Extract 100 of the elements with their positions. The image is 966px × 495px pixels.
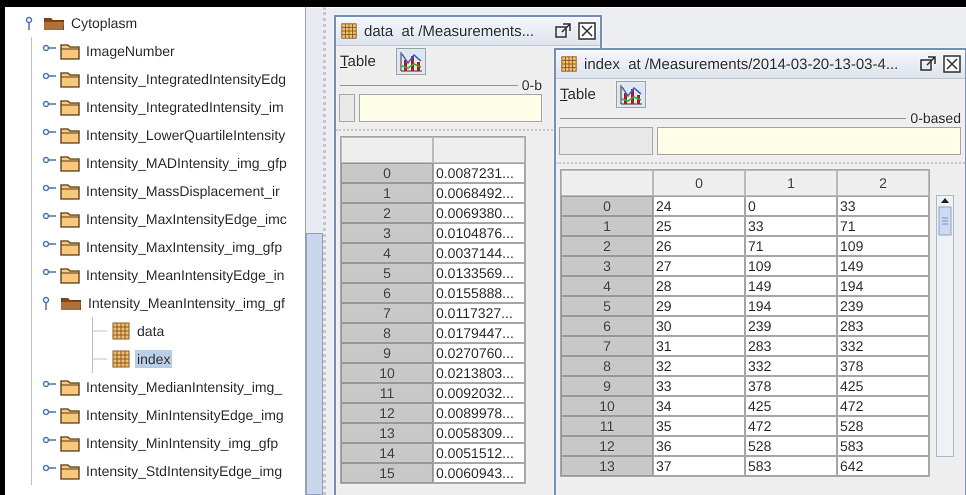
cell-name-box — [339, 94, 355, 122]
table-cell: 0.0051512... — [433, 443, 525, 463]
tree-item[interactable]: index — [135, 350, 172, 368]
scrollbar[interactable] — [305, 7, 323, 495]
maximize-icon[interactable] — [919, 55, 937, 73]
folder-icon — [60, 42, 80, 60]
tree-item[interactable]: Intensity_MassDisplacement_ir — [84, 182, 282, 200]
row-header[interactable]: 1 — [561, 216, 653, 236]
table-cell: 35 — [653, 416, 745, 436]
column-header[interactable]: 2 — [837, 170, 929, 196]
row-header[interactable]: 6 — [561, 316, 653, 336]
table-cell: 28 — [653, 276, 745, 296]
close-icon[interactable] — [578, 22, 596, 40]
table-cell: 149 — [745, 276, 837, 296]
table-cell: 71 — [745, 236, 837, 256]
index-base-label: 0-based — [910, 110, 961, 126]
table-cell: 0.0117327... — [433, 303, 525, 323]
table-cell: 0.0087231... — [433, 163, 525, 183]
table-cell: 472 — [837, 396, 929, 416]
row-header[interactable]: 0 — [341, 163, 433, 183]
table-cell: 194 — [745, 296, 837, 316]
table-cell: 528 — [837, 416, 929, 436]
folder-icon — [60, 154, 80, 172]
row-header[interactable]: 0 — [561, 196, 653, 216]
tree-item[interactable]: Intensity_MeanIntensityEdge_in — [84, 266, 286, 284]
chart-icon — [398, 50, 423, 72]
table-cell: 26 — [653, 236, 745, 256]
column-header[interactable]: 0 — [653, 170, 745, 196]
menu-item[interactable]: Table — [560, 86, 596, 102]
scrollbar[interactable] — [936, 195, 954, 457]
row-header[interactable]: 4 — [561, 276, 653, 296]
table-cell: 27 — [653, 256, 745, 276]
row-header[interactable]: 12 — [561, 436, 653, 456]
row-header[interactable]: 1 — [341, 183, 433, 203]
table-cell: 0.0270760... — [433, 343, 525, 363]
tree-item[interactable]: Intensity_StdIntensityEdge_img — [84, 462, 284, 480]
row-header[interactable]: 7 — [561, 336, 653, 356]
tree-item[interactable]: Intensity_IntegratedIntensity_im — [84, 98, 286, 116]
row-header[interactable]: 3 — [561, 256, 653, 276]
table-cell: 332 — [837, 336, 929, 356]
chart-button[interactable] — [396, 48, 426, 74]
table-cell: 0.0179447... — [433, 323, 525, 343]
tree-item[interactable]: Intensity_MeanIntensity_img_gf — [86, 294, 287, 312]
row-header[interactable]: 10 — [341, 363, 433, 383]
table-cell: 0.0068492... — [433, 183, 525, 203]
tree-item[interactable]: Cytoplasm — [69, 14, 140, 32]
table-cell: 34 — [653, 396, 745, 416]
row-header[interactable]: 13 — [341, 423, 433, 443]
window-title: data at /Measurements... — [364, 22, 536, 40]
maximize-icon[interactable] — [554, 22, 572, 40]
row-header[interactable]: 8 — [561, 356, 653, 376]
row-header[interactable]: 9 — [561, 376, 653, 396]
folder-icon — [60, 182, 80, 200]
table-cell: 33 — [653, 376, 745, 396]
scroll-thumb-icon[interactable] — [938, 206, 952, 236]
row-header[interactable]: 8 — [341, 323, 433, 343]
folder-icon — [60, 462, 80, 480]
column-header[interactable]: 1 — [745, 170, 837, 196]
table-cell: 425 — [837, 376, 929, 396]
row-header[interactable]: 13 — [561, 456, 653, 476]
tree-item[interactable]: Intensity_MinIntensityEdge_img — [84, 406, 286, 424]
cell-value-field[interactable] — [657, 127, 961, 155]
row-header[interactable]: 2 — [561, 236, 653, 256]
cell-value-field[interactable] — [359, 94, 542, 122]
row-header[interactable]: 2 — [341, 203, 433, 223]
tree-item[interactable]: Intensity_MADIntensity_img_gfp — [84, 154, 289, 172]
tree-item[interactable]: Intensity_MaxIntensityEdge_imc — [84, 210, 289, 228]
tree-item[interactable]: ImageNumber — [84, 42, 177, 60]
row-header[interactable]: 5 — [561, 296, 653, 316]
row-header[interactable]: 11 — [561, 416, 653, 436]
folder-icon — [60, 434, 80, 452]
row-header[interactable]: 5 — [341, 263, 433, 283]
row-header[interactable]: 11 — [341, 383, 433, 403]
chart-button[interactable] — [616, 80, 646, 108]
folder-icon — [60, 126, 80, 144]
row-header[interactable]: 14 — [341, 443, 433, 463]
row-header[interactable]: 10 — [561, 396, 653, 416]
tree-item[interactable]: data — [135, 322, 166, 340]
table-cell: 194 — [837, 276, 929, 296]
row-header[interactable]: 7 — [341, 303, 433, 323]
row-header[interactable]: 3 — [341, 223, 433, 243]
table-cell: 0.0069380... — [433, 203, 525, 223]
table-cell: 109 — [837, 236, 929, 256]
tree-item[interactable]: Intensity_MinIntensity_img_gfp — [84, 434, 280, 452]
row-header[interactable]: 4 — [341, 243, 433, 263]
table-cell: 472 — [745, 416, 837, 436]
row-header[interactable]: 6 — [341, 283, 433, 303]
table-cell: 0.0104876... — [433, 223, 525, 243]
menu-item[interactable]: Table — [340, 52, 376, 70]
table-cell: 283 — [745, 336, 837, 356]
tree-item[interactable]: Intensity_MaxIntensity_img_gfp — [84, 238, 284, 256]
row-header[interactable]: 12 — [341, 403, 433, 423]
table-cell: 36 — [653, 436, 745, 456]
tree-item[interactable]: Intensity_IntegratedIntensityEdg — [84, 70, 288, 88]
tree-item[interactable]: Intensity_LowerQuartileIntensity — [84, 126, 288, 144]
row-header[interactable]: 15 — [341, 463, 433, 483]
row-header[interactable]: 9 — [341, 343, 433, 363]
tree-item[interactable]: Intensity_MedianIntensity_img_ — [84, 378, 284, 396]
close-icon[interactable] — [943, 55, 961, 73]
table-cell: 0.0037144... — [433, 243, 525, 263]
